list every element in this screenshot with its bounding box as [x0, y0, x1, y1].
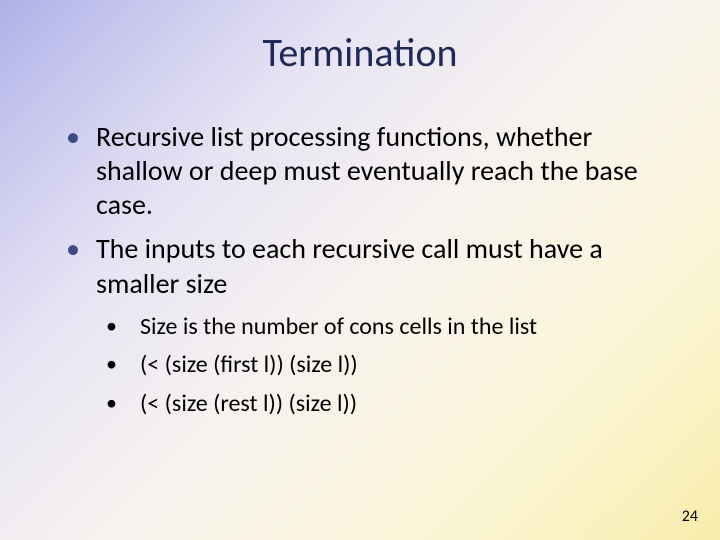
bullet-list-level1: Recursive list processing functions, whe…	[60, 120, 660, 420]
bullet-text: The inputs to each recursive call must h…	[96, 231, 603, 300]
sub-bullet-text: (< (size (first l)) (size l))	[140, 350, 358, 379]
slide-title: Termination	[0, 28, 720, 77]
bullet-list-level2: Size is the number of cons cells in the …	[96, 311, 660, 420]
sub-bullet-item: Size is the number of cons cells in the …	[96, 311, 660, 343]
bullet-text: Recursive list processing functions, whe…	[96, 119, 638, 222]
sub-bullet-item: (< (size (rest l)) (size l))	[96, 388, 660, 420]
bullet-item: The inputs to each recursive call must h…	[60, 232, 660, 419]
slide-body: Recursive list processing functions, whe…	[60, 120, 660, 430]
sub-bullet-text: (< (size (rest l)) (size l))	[140, 389, 357, 418]
sub-bullet-item: (< (size (first l)) (size l))	[96, 349, 660, 381]
page-number: 24	[682, 507, 698, 526]
slide: Termination Recursive list processing fu…	[0, 0, 720, 540]
sub-bullet-text: Size is the number of cons cells in the …	[140, 312, 537, 341]
bullet-item: Recursive list processing functions, whe…	[60, 120, 660, 222]
